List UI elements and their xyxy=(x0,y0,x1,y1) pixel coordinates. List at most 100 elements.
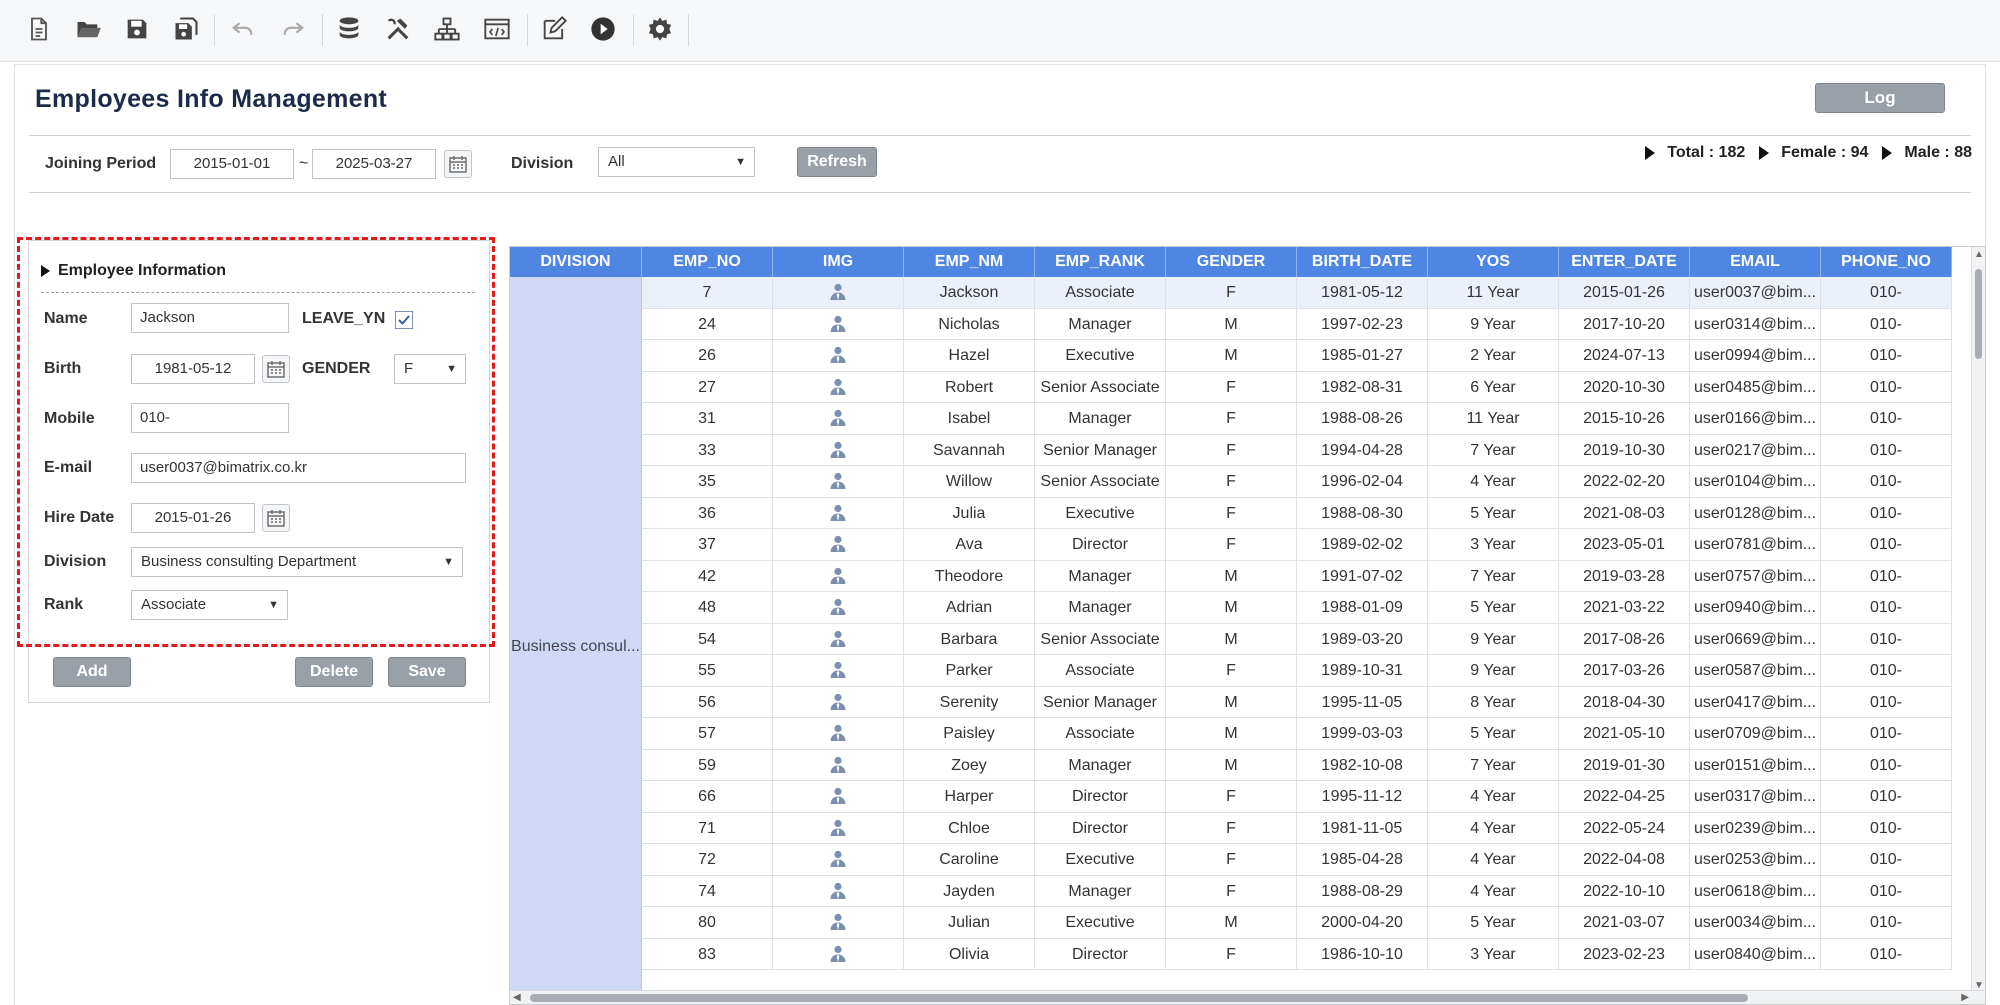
enter-date-cell[interactable]: 2019-01-30 xyxy=(1559,749,1690,781)
img-cell[interactable] xyxy=(773,718,904,750)
emp-no-cell[interactable]: 26 xyxy=(642,340,773,372)
mobile-input[interactable]: 010- xyxy=(131,403,289,433)
birth-date-cell[interactable]: 1988-08-29 xyxy=(1297,875,1428,907)
enter-date-cell[interactable]: 2022-04-25 xyxy=(1559,781,1690,813)
phone-no-cell[interactable]: 010- xyxy=(1821,340,1952,372)
img-cell[interactable] xyxy=(773,340,904,372)
save-all-icon[interactable] xyxy=(169,12,203,46)
enter-date-cell[interactable]: 2022-04-08 xyxy=(1559,844,1690,876)
phone-no-cell[interactable]: 010- xyxy=(1821,875,1952,907)
birth-date-cell[interactable]: 1999-03-03 xyxy=(1297,718,1428,750)
birth-date-cell[interactable]: 1982-10-08 xyxy=(1297,749,1428,781)
yos-cell[interactable]: 4 Year xyxy=(1428,781,1559,813)
emp-no-cell[interactable]: 7 xyxy=(642,277,773,309)
birth-date-cell[interactable]: 1988-08-30 xyxy=(1297,497,1428,529)
division-merged-cell[interactable]: Business consul... xyxy=(510,277,642,1004)
emp-rank-cell[interactable]: Associate xyxy=(1035,655,1166,687)
table-row[interactable]: 48 Adrian Manager M 1988-01-09 5 Year 2021-03-… xyxy=(510,592,1952,624)
gender-cell[interactable]: F xyxy=(1166,781,1297,813)
emp-no-cell[interactable]: 74 xyxy=(642,875,773,907)
emp-rank-cell[interactable]: Senior Manager xyxy=(1035,434,1166,466)
img-cell[interactable] xyxy=(773,655,904,687)
gender-cell[interactable]: M xyxy=(1166,340,1297,372)
yos-cell[interactable]: 7 Year xyxy=(1428,749,1559,781)
rank-select[interactable]: Associate ▼ xyxy=(131,590,288,620)
emp-no-cell[interactable]: 55 xyxy=(642,655,773,687)
email-cell[interactable]: user0239@bim... xyxy=(1690,812,1821,844)
enter-date-cell[interactable]: 2022-10-10 xyxy=(1559,875,1690,907)
yos-cell[interactable]: 3 Year xyxy=(1428,529,1559,561)
emp-nm-cell[interactable]: Hazel xyxy=(904,340,1035,372)
table-row[interactable]: 74 Jayden Manager F 1988-08-29 4 Year 2022-10-… xyxy=(510,875,1952,907)
emp-no-cell[interactable]: 24 xyxy=(642,308,773,340)
column-header-yos[interactable]: YOS xyxy=(1428,247,1559,277)
hire-date-input[interactable]: 2015-01-26 xyxy=(131,503,255,533)
yos-cell[interactable]: 5 Year xyxy=(1428,497,1559,529)
birth-date-cell[interactable]: 1986-10-10 xyxy=(1297,938,1428,970)
date-to-input[interactable]: 2025-03-27 xyxy=(312,149,436,179)
log-button[interactable]: Log xyxy=(1815,83,1945,113)
img-cell[interactable] xyxy=(773,592,904,624)
hierarchy-icon[interactable] xyxy=(430,12,464,46)
img-cell[interactable] xyxy=(773,277,904,309)
emp-no-cell[interactable]: 54 xyxy=(642,623,773,655)
phone-no-cell[interactable]: 010- xyxy=(1821,781,1952,813)
column-header-emp-rank[interactable]: EMP_RANK xyxy=(1035,247,1166,277)
emp-nm-cell[interactable]: Barbara xyxy=(904,623,1035,655)
birth-date-cell[interactable]: 1989-03-20 xyxy=(1297,623,1428,655)
column-header-division[interactable]: DIVISION xyxy=(510,247,642,277)
img-cell[interactable] xyxy=(773,875,904,907)
gender-cell[interactable]: M xyxy=(1166,308,1297,340)
emp-nm-cell[interactable]: Theodore xyxy=(904,560,1035,592)
img-cell[interactable] xyxy=(773,529,904,561)
table-row[interactable]: 57 Paisley Associate M 1999-03-03 5 Year 2021-… xyxy=(510,718,1952,750)
enter-date-cell[interactable]: 2023-05-01 xyxy=(1559,529,1690,561)
enter-date-cell[interactable]: 2019-10-30 xyxy=(1559,434,1690,466)
yos-cell[interactable]: 5 Year xyxy=(1428,592,1559,624)
phone-no-cell[interactable]: 010- xyxy=(1821,592,1952,624)
emp-nm-cell[interactable]: Paisley xyxy=(904,718,1035,750)
birth-date-cell[interactable]: 1997-02-23 xyxy=(1297,308,1428,340)
email-cell[interactable]: user0485@bim... xyxy=(1690,371,1821,403)
email-cell[interactable]: user0618@bim... xyxy=(1690,875,1821,907)
enter-date-cell[interactable]: 2017-10-20 xyxy=(1559,308,1690,340)
enter-date-cell[interactable]: 2023-02-23 xyxy=(1559,938,1690,970)
yos-cell[interactable]: 9 Year xyxy=(1428,655,1559,687)
emp-nm-cell[interactable]: Nicholas xyxy=(904,308,1035,340)
email-cell[interactable]: user0709@bim... xyxy=(1690,718,1821,750)
emp-nm-cell[interactable]: Serenity xyxy=(904,686,1035,718)
phone-no-cell[interactable]: 010- xyxy=(1821,277,1952,309)
emp-no-cell[interactable]: 48 xyxy=(642,592,773,624)
refresh-button[interactable]: Refresh xyxy=(797,147,877,177)
yos-cell[interactable]: 9 Year xyxy=(1428,308,1559,340)
column-header-email[interactable]: EMAIL xyxy=(1690,247,1821,277)
emp-rank-cell[interactable]: Director xyxy=(1035,781,1166,813)
phone-no-cell[interactable]: 010- xyxy=(1821,938,1952,970)
emp-nm-cell[interactable]: Isabel xyxy=(904,403,1035,435)
yos-cell[interactable]: 4 Year xyxy=(1428,844,1559,876)
email-cell[interactable]: user0104@bim... xyxy=(1690,466,1821,498)
email-cell[interactable]: user0587@bim... xyxy=(1690,655,1821,687)
scroll-up-icon[interactable]: ▲ xyxy=(1974,249,1984,260)
email-cell[interactable]: user0317@bim... xyxy=(1690,781,1821,813)
emp-rank-cell[interactable]: Manager xyxy=(1035,749,1166,781)
redo-icon[interactable] xyxy=(276,12,310,46)
gender-cell[interactable]: M xyxy=(1166,623,1297,655)
email-cell[interactable]: user0314@bim... xyxy=(1690,308,1821,340)
phone-no-cell[interactable]: 010- xyxy=(1821,560,1952,592)
birth-date-cell[interactable]: 2000-04-20 xyxy=(1297,907,1428,939)
phone-no-cell[interactable]: 010- xyxy=(1821,686,1952,718)
hire-calendar-icon[interactable] xyxy=(262,504,290,532)
birth-date-cell[interactable]: 1985-04-28 xyxy=(1297,844,1428,876)
birth-date-cell[interactable]: 1989-10-31 xyxy=(1297,655,1428,687)
emp-no-cell[interactable]: 31 xyxy=(642,403,773,435)
yos-cell[interactable]: 8 Year xyxy=(1428,686,1559,718)
yos-cell[interactable]: 4 Year xyxy=(1428,812,1559,844)
table-row[interactable]: 83 Olivia Director F 1986-10-10 3 Year 2023-02… xyxy=(510,938,1952,970)
table-row[interactable]: 36 Julia Executive F 1988-08-30 5 Year 2021-08… xyxy=(510,497,1952,529)
phone-no-cell[interactable]: 010- xyxy=(1821,466,1952,498)
enter-date-cell[interactable]: 2022-05-24 xyxy=(1559,812,1690,844)
phone-no-cell[interactable]: 010- xyxy=(1821,529,1952,561)
emp-rank-cell[interactable]: Manager xyxy=(1035,875,1166,907)
gender-cell[interactable]: F xyxy=(1166,466,1297,498)
